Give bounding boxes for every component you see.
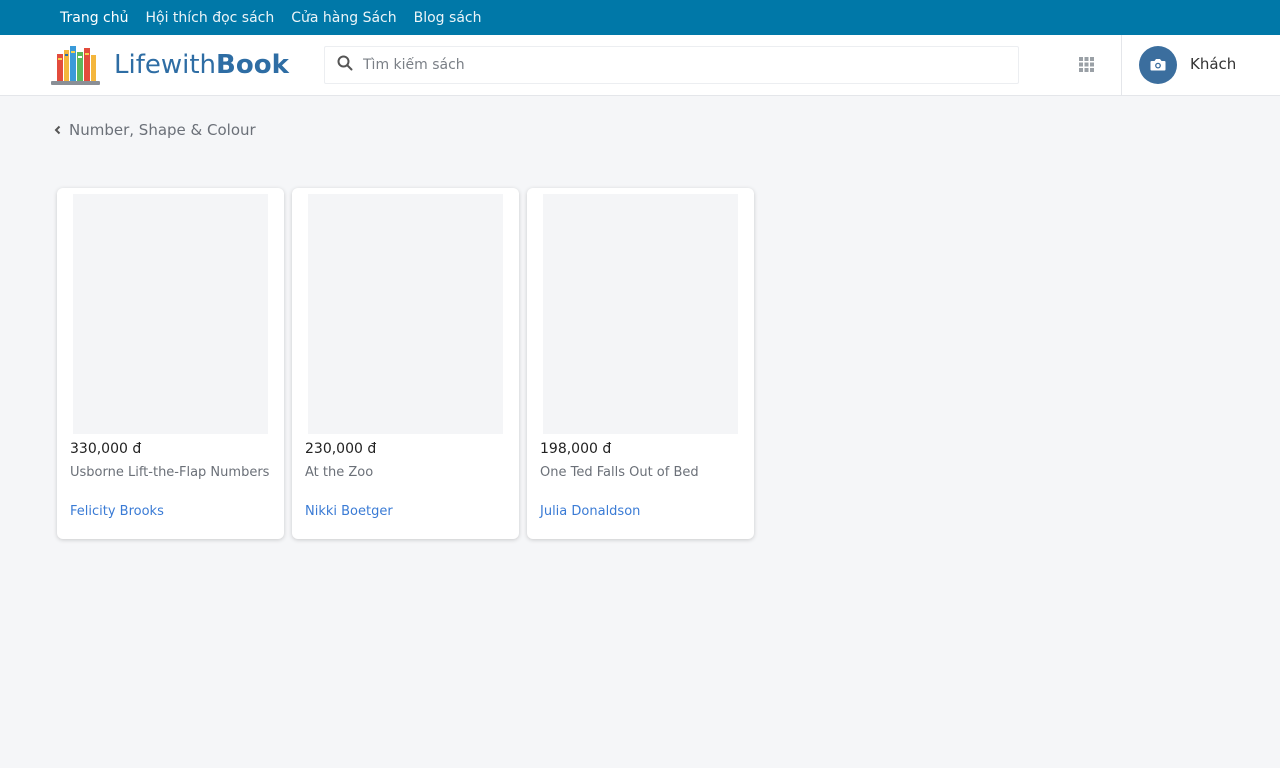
book-title[interactable]: Usborne Lift-the-Flap Numbers bbox=[70, 465, 269, 480]
book-author-link[interactable]: Nikki Boetger bbox=[305, 504, 393, 519]
book-cover-image[interactable] bbox=[543, 194, 738, 434]
top-nav-home-link[interactable]: Trang chủ bbox=[60, 10, 128, 26]
breadcrumb[interactable]: Number, Shape & Colour bbox=[54, 121, 256, 139]
book-card[interactable]: 330,000 đ Usborne Lift-the-Flap Numbers … bbox=[57, 188, 284, 539]
book-cover-image[interactable] bbox=[73, 194, 268, 434]
camera-icon bbox=[1150, 56, 1166, 75]
breadcrumb-label: Number, Shape & Colour bbox=[69, 121, 256, 139]
book-cover-image[interactable] bbox=[308, 194, 503, 434]
book-card[interactable]: 230,000 đ At the Zoo Nikki Boetger bbox=[292, 188, 519, 539]
book-price: 330,000 đ bbox=[70, 441, 142, 457]
top-nav-bookstore-link[interactable]: Cửa hàng Sách bbox=[291, 10, 396, 26]
top-nav-reading-club-link[interactable]: Hội thích đọc sách bbox=[145, 10, 274, 26]
site-logo-text: LifewithBook bbox=[114, 50, 289, 80]
avatar[interactable] bbox=[1139, 46, 1177, 84]
book-list: 330,000 đ Usborne Lift-the-Flap Numbers … bbox=[57, 188, 762, 539]
logo-text-bold: Book bbox=[216, 50, 289, 80]
user-name[interactable]: Khách bbox=[1190, 55, 1236, 73]
book-price: 230,000 đ bbox=[305, 441, 377, 457]
site-logo[interactable]: LifewithBook bbox=[51, 45, 289, 85]
site-header: LifewithBook Tìm kiếm sách Khách bbox=[0, 35, 1280, 96]
search-box[interactable] bbox=[324, 46, 1019, 84]
header-divider bbox=[1121, 35, 1122, 96]
book-author-link[interactable]: Felicity Brooks bbox=[70, 504, 164, 519]
apps-grid-icon[interactable] bbox=[1078, 56, 1095, 73]
bookshelf-logo-icon bbox=[51, 45, 100, 85]
top-navigation-bar: Trang chủ Hội thích đọc sách Cửa hàng Sá… bbox=[0, 0, 1280, 35]
book-title[interactable]: One Ted Falls Out of Bed bbox=[540, 465, 699, 480]
logo-text-light: Lifewith bbox=[114, 50, 217, 80]
search-icon bbox=[337, 55, 353, 75]
book-author-link[interactable]: Julia Donaldson bbox=[540, 504, 640, 519]
chevron-left-icon bbox=[54, 121, 61, 139]
search-input[interactable] bbox=[363, 57, 1003, 73]
book-price: 198,000 đ bbox=[540, 441, 612, 457]
book-title[interactable]: At the Zoo bbox=[305, 465, 373, 480]
top-nav-blog-link[interactable]: Blog sách bbox=[414, 10, 482, 26]
book-card[interactable]: 198,000 đ One Ted Falls Out of Bed Julia… bbox=[527, 188, 754, 539]
